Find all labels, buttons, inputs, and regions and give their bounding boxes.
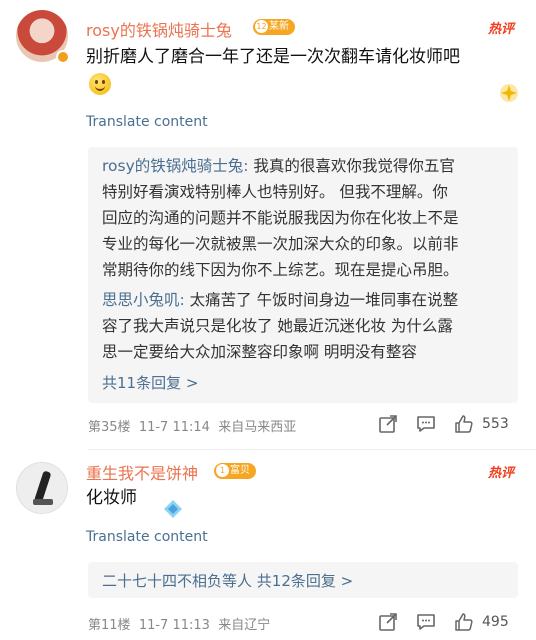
like-icon[interactable] [454,612,474,632]
comment-meta: 第11楼 11-7 11:13 来自辽宁 [88,614,270,633]
comment-actions: 553 [378,414,518,436]
reply-line: 常期待你的线下因为你不上综艺。现在是提心吊胆。 [102,261,459,279]
comment-icon[interactable] [416,612,436,632]
floor-number: 第35楼 [88,420,131,435]
comment-meta: 第35楼 11-7 11:14 来自马来西亚 [88,416,296,435]
reply-line: 专业的每化一次就被黑一次加深大众的印象。以前非 [102,235,459,253]
sparkle-icon [164,500,182,518]
translate-link[interactable]: Translate content [86,114,208,130]
comment-actions: 495 [378,612,518,634]
level-badge: 1 富贝 [214,463,256,479]
hot-comment-tag: 热评 [487,22,514,37]
reply-line: rosy的铁锅炖骑士兔: 我真的很喜欢你我觉得你五官 [102,157,455,175]
reply-box[interactable]: rosy的铁锅炖骑士兔: 我真的很喜欢你我觉得你五官 特别好看演戏特别棒人也特别… [88,147,518,403]
reply-line: 回应的沟通的问题并不能说服我因为你在化妆上不是 [102,209,459,227]
floor-number: 第11楼 [88,618,131,633]
comment-1: rosy的铁锅炖骑士兔 12 某新 热评 别折磨人了磨合一年了还是一次次翻车请化… [0,0,536,450]
comment-icon[interactable] [416,414,436,434]
level-number: 1 [216,464,229,477]
verified-badge-icon [56,50,70,64]
hot-comment-tag: 热评 [487,466,514,481]
avatar[interactable] [16,462,68,514]
smile-emoji-icon [89,73,111,95]
reply-line: 容了我大声说只是化妆了 她最近沉迷化妆 为什么露 [102,317,453,335]
like-count: 553 [482,416,509,432]
comment-text: 别折磨人了磨合一年了还是一次次翻车请化妆师吧 [86,47,460,67]
comment-date: 11-7 11:13 [138,618,210,633]
reply-box[interactable]: 二十七十四不相负等人 共12条回复 > [88,562,518,598]
level-number: 12 [255,20,268,33]
share-icon[interactable] [378,414,398,434]
level-label: 富贝 [230,465,250,476]
translate-link[interactable]: Translate content [86,529,208,545]
username[interactable]: 重生我不是饼神 [86,460,198,484]
reply-line: 思思小兔叽: 太痛苦了 午饭时间身边一堆同事在说整 [102,291,459,309]
comment-text: 化妆师 [86,488,137,508]
reply-author[interactable]: rosy的铁锅炖骑士兔: [102,157,249,175]
more-replies-link[interactable]: 二十七十四不相负等人 共12条回复 > [102,570,353,591]
level-label: 某新 [269,21,289,32]
comment-date: 11-7 11:14 [138,420,210,435]
level-badge: 12 某新 [253,19,295,35]
reply-author[interactable]: 思思小兔叽: [102,291,185,309]
makeup-brush-icon [34,470,52,502]
comment-location: 来自马来西亚 [218,420,297,435]
reply-line: 思一定要给大众加深整容印象啊 明明没有整容 [102,343,417,361]
like-icon[interactable] [454,414,474,434]
username[interactable]: rosy的铁锅炖骑士兔 [86,17,232,41]
share-icon[interactable] [378,612,398,632]
like-count: 495 [482,614,509,630]
reply-author[interactable]: 二十七十四不相负 [102,572,222,590]
reply-line: 特别好看演戏特别棒人也特别好。 但我不理解。你 [102,183,448,201]
sparkle-icon [500,84,518,102]
comment-location: 来自辽宁 [218,618,271,633]
more-replies-link[interactable]: 共11条回复 > [102,372,198,393]
